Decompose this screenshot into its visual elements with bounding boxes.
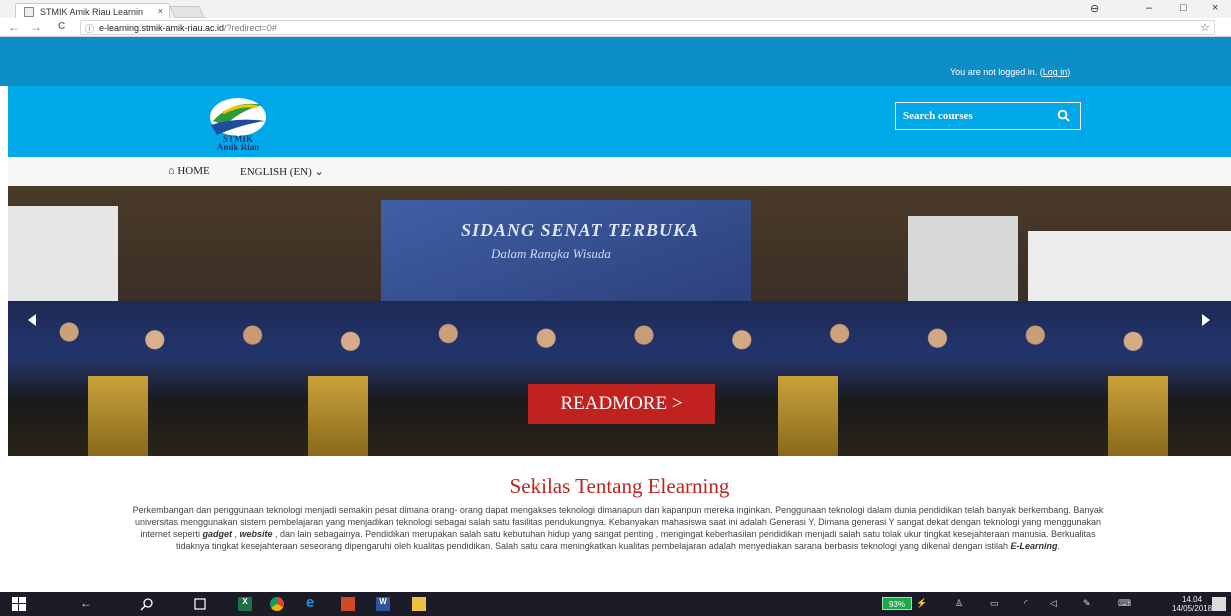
nav-language-menu[interactable]: ENGLISH (EN) ⌄ bbox=[240, 165, 324, 178]
top-bar bbox=[0, 37, 1231, 61]
maximize-button[interactable]: □ bbox=[1180, 2, 1187, 14]
minimize-button[interactable]: – bbox=[1146, 2, 1152, 14]
section-paragraph: Perkembangan dan penggunaan teknologi me… bbox=[128, 504, 1108, 552]
hero-carousel: SIDANG SENAT TERBUKA Dalam Rangka Wisuda… bbox=[8, 186, 1231, 456]
traditional-dancer bbox=[88, 376, 148, 456]
battery-indicator[interactable]: 93% bbox=[882, 597, 912, 610]
login-link[interactable]: Log in bbox=[1043, 67, 1068, 77]
windows-start-icon[interactable] bbox=[12, 597, 26, 611]
banner-title: SIDANG SENAT TERBUKA bbox=[461, 220, 700, 240]
tab-close-icon[interactable]: × bbox=[158, 6, 163, 16]
power-plug-icon[interactable]: ⚡ bbox=[916, 598, 927, 609]
nav-home-label: HOME bbox=[177, 165, 210, 177]
nav-home[interactable]: ⌂ HOME bbox=[168, 165, 210, 177]
site-header: STMIK Amik Riau Search courses bbox=[8, 86, 1231, 157]
close-window-button[interactable]: × bbox=[1212, 2, 1218, 14]
excel-icon[interactable]: X bbox=[238, 597, 252, 611]
task-view-icon[interactable] bbox=[193, 597, 207, 611]
people-icon[interactable]: ♙ bbox=[955, 598, 963, 609]
powerpoint-icon[interactable] bbox=[341, 597, 355, 611]
main-nav: ⌂ HOME ENGLISH (EN) ⌄ bbox=[8, 157, 1231, 186]
browser-tab[interactable]: STMIK Amik Riau Learnin × bbox=[15, 3, 170, 19]
favicon-icon bbox=[24, 7, 34, 17]
site-logo[interactable]: STMIK Amik Riau bbox=[203, 95, 273, 155]
banner-subtitle: Dalam Rangka Wisuda bbox=[491, 246, 611, 261]
reload-icon[interactable]: C bbox=[58, 21, 65, 32]
new-tab-button[interactable] bbox=[169, 6, 205, 18]
volume-icon[interactable]: ◁ bbox=[1050, 598, 1057, 609]
url-host: e-learning.stmik-amik-riau.ac.id bbox=[99, 23, 225, 33]
bookmark-star-icon[interactable]: ☆ bbox=[1200, 21, 1210, 34]
network-icon[interactable]: ▭ bbox=[990, 598, 999, 609]
search-icon[interactable] bbox=[1057, 109, 1070, 122]
login-status: You are not logged in. (Log in) bbox=[950, 67, 1070, 77]
home-icon: ⌂ bbox=[168, 165, 175, 177]
back-arrow-icon[interactable]: ← bbox=[8, 20, 20, 34]
emphasis-elearning: E-Learning bbox=[1010, 541, 1058, 551]
logo-text-amik-riau: Amik Riau bbox=[216, 142, 260, 152]
chrome-icon[interactable] bbox=[270, 597, 284, 611]
address-row: ← → C ⓘ e-learning.stmik-amik-riau.ac.id… bbox=[0, 18, 1231, 37]
system-clock[interactable]: 14.04 14/05/2018 bbox=[1172, 595, 1212, 613]
notifications-icon[interactable] bbox=[1212, 597, 1226, 611]
paragraph-sep: , bbox=[231, 529, 240, 539]
traditional-dancer bbox=[308, 376, 368, 456]
chevron-down-icon: ⌄ bbox=[314, 166, 324, 178]
login-suffix: ) bbox=[1067, 67, 1071, 77]
login-prefix: You are not logged in. ( bbox=[950, 67, 1043, 77]
site-info-icon[interactable]: ⓘ bbox=[85, 22, 94, 35]
nav-language-label: ENGLISH (EN) bbox=[240, 166, 312, 178]
search-icon[interactable] bbox=[140, 597, 154, 611]
edge-icon[interactable]: e bbox=[306, 594, 320, 611]
search-placeholder: Search courses bbox=[903, 110, 973, 122]
windows-taskbar: ← X e W 93% ⚡ ♙ ▭ ◜ ◁ ✎ ⌨ 14.04 14/05/20… bbox=[0, 592, 1231, 616]
word-icon[interactable]: W bbox=[376, 597, 390, 611]
carousel-prev-icon[interactable] bbox=[28, 314, 36, 326]
file-explorer-icon[interactable] bbox=[412, 597, 426, 611]
keyboard-icon[interactable]: ⌨ bbox=[1118, 598, 1131, 609]
paragraph-end: . bbox=[1057, 541, 1061, 551]
account-icon[interactable]: ⊖ bbox=[1090, 2, 1099, 15]
back-arrow-icon[interactable]: ← bbox=[80, 596, 92, 610]
pen-icon[interactable]: ✎ bbox=[1083, 598, 1091, 609]
tab-title: STMIK Amik Riau Learnin bbox=[40, 7, 144, 17]
carousel-next-icon[interactable] bbox=[1202, 314, 1210, 326]
graduates-photo bbox=[8, 301, 1231, 456]
url-path: /?redirect=0# bbox=[224, 23, 277, 33]
tab-strip: STMIK Amik Riau Learnin × ⊖ – □ × bbox=[0, 0, 1231, 19]
wifi-icon[interactable]: ◜ bbox=[1024, 598, 1028, 609]
emphasis-website: website bbox=[239, 529, 273, 539]
forward-arrow-icon[interactable]: → bbox=[30, 20, 42, 34]
clock-date: 14/05/2018 bbox=[1172, 604, 1213, 613]
emphasis-gadget: gadget bbox=[202, 529, 232, 539]
section-title: Sekilas Tentang Elearning bbox=[509, 474, 730, 498]
traditional-dancer bbox=[1108, 376, 1168, 456]
about-section: Sekilas Tentang Elearning Perkembangan d… bbox=[8, 456, 1231, 592]
search-input[interactable]: Search courses bbox=[895, 102, 1081, 130]
clock-time: 14.04 bbox=[1182, 595, 1203, 604]
stage-banner: SIDANG SENAT TERBUKA Dalam Rangka Wisuda bbox=[381, 200, 751, 310]
readmore-button[interactable]: READMORE > bbox=[528, 384, 715, 424]
url-bar[interactable]: ⓘ e-learning.stmik-amik-riau.ac.id/?redi… bbox=[80, 20, 1215, 35]
paragraph-text: , dan lain sebagainya. Pendidikan merupa… bbox=[175, 529, 1096, 551]
traditional-dancer bbox=[778, 376, 838, 456]
